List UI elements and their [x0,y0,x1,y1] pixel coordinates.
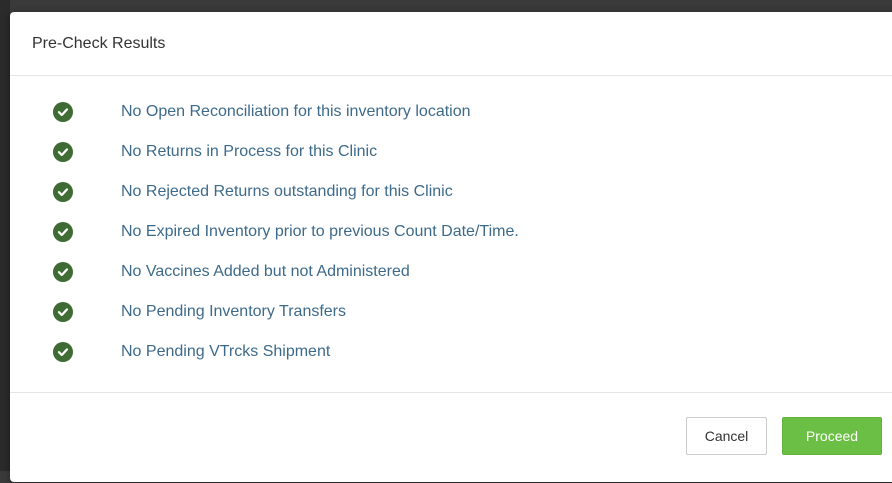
cancel-button[interactable]: Cancel [686,417,767,455]
modal-body: No Open Reconciliation for this inventor… [10,76,892,393]
check-circle-icon [53,142,73,162]
check-item-open-reconciliation: No Open Reconciliation for this inventor… [10,92,892,132]
backdrop-top-bar [0,0,892,12]
modal-title: Pre-Check Results [32,34,166,52]
modal-header: Pre-Check Results [10,12,892,76]
check-item-pending-transfers: No Pending Inventory Transfers [10,292,892,332]
check-circle-icon [53,302,73,322]
check-item-label: No Pending VTrcks Shipment [121,343,331,360]
proceed-button[interactable]: Proceed [782,417,882,455]
check-item-label: No Expired Inventory prior to previous C… [121,223,519,240]
check-circle-icon [53,102,73,122]
check-item-label: No Open Reconciliation for this inventor… [121,103,471,120]
check-item-vaccines-not-administered: No Vaccines Added but not Administered [10,252,892,292]
check-item-rejected-returns: No Rejected Returns outstanding for this… [10,172,892,212]
check-item-label: No Vaccines Added but not Administered [121,263,410,280]
check-item-label: No Returns in Process for this Clinic [121,143,378,160]
check-item-returns-in-process: No Returns in Process for this Clinic [10,132,892,172]
check-item-expired-inventory: No Expired Inventory prior to previous C… [10,212,892,252]
check-circle-icon [53,262,73,282]
check-item-label: No Pending Inventory Transfers [121,303,347,320]
check-circle-icon [53,342,73,362]
modal-footer: Cancel Proceed [10,393,892,483]
check-item-pending-vtrcks-shipment: No Pending VTrcks Shipment [10,332,892,372]
check-circle-icon [53,222,73,242]
backdrop-left-strip [0,0,10,471]
check-circle-icon [53,182,73,202]
check-item-label: No Rejected Returns outstanding for this… [121,183,453,200]
pre-check-modal: Pre-Check Results No Open Reconciliation… [10,12,892,482]
